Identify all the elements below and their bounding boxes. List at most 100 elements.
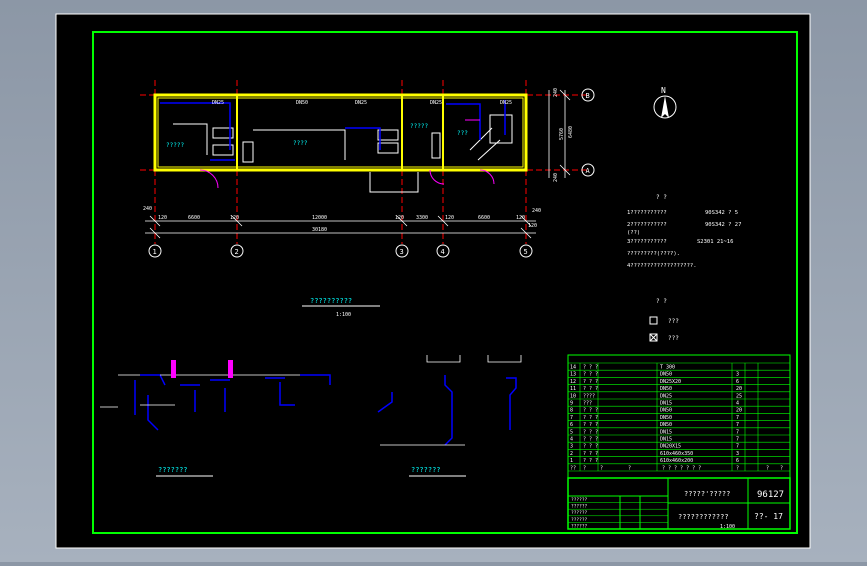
bom-cell: ???: [583, 401, 592, 407]
bom-cell: DN50: [660, 422, 672, 428]
dim-vertical-1: 5760: [559, 128, 565, 140]
bom-cell: DN15: [660, 429, 672, 435]
svg-text:3: 3: [400, 248, 404, 256]
bom-cell: DN15: [660, 437, 672, 443]
bom-cell: 13: [570, 372, 576, 378]
bom-cell: 10: [570, 393, 576, 399]
bom-cell: 25: [736, 393, 742, 399]
system-caption-right: ???????: [411, 466, 441, 474]
legend-item-1: ???: [668, 318, 679, 325]
sign-row-label: ??????: [571, 504, 588, 510]
dim-right-offset-1: 120: [528, 223, 537, 229]
dim-vertical-2: 6480: [568, 126, 574, 138]
bom-cell: 11: [570, 386, 576, 392]
notes-title: ? ?: [656, 194, 667, 201]
dim-inner-3: 120: [445, 215, 454, 221]
bom-cell: DN50: [660, 386, 672, 392]
bom-cell: 1: [570, 458, 573, 464]
notes-ref-2: 90S342 ? 27: [705, 222, 741, 228]
bom-header-cell: ?: [600, 465, 603, 471]
bom-cell: T 300: [660, 365, 675, 371]
bom-cell: ? ? ?: [583, 437, 598, 443]
bom-header-cell: ??: [570, 465, 576, 471]
project-name: ????????????: [678, 513, 729, 521]
bom-cell: 20: [736, 386, 742, 392]
bom-cell: 6: [736, 379, 739, 385]
bom-cell: 7: [736, 415, 739, 421]
dim-right-offset-2: 240: [532, 208, 541, 214]
bom-cell: ? ? ?: [583, 372, 598, 378]
bom-cell: 9: [570, 401, 573, 407]
bom-cell: DN50: [660, 408, 672, 414]
notes-ref-3: S2301 21~16: [697, 239, 733, 245]
bom-cell: ? ? ?: [583, 451, 598, 457]
legend-item-2: ???: [668, 335, 679, 342]
bom-cell: 4: [570, 437, 573, 443]
bom-header-cell: ?: [780, 465, 783, 471]
notes-line-3: (??): [627, 230, 640, 236]
sign-row-label: ??????: [571, 523, 588, 529]
bom-cell: 4: [736, 401, 739, 407]
bom-cell: 12: [570, 379, 576, 385]
bom-header-cell: ?: [583, 465, 586, 471]
sign-row-label: ??????: [571, 497, 588, 503]
room-label-1: ?????: [166, 142, 184, 149]
bom-cell: 3: [736, 372, 739, 378]
notes-line-5: ?????????(????).: [627, 251, 680, 257]
bom-cell: DN25X20: [660, 379, 681, 385]
notes-line-2: 2???????????: [627, 222, 667, 228]
pipe-label-1: DN25: [212, 100, 224, 106]
sign-row-label: ??????: [571, 517, 588, 523]
title-block-scale: 1:100: [720, 524, 735, 530]
dim-total: 30180: [312, 227, 327, 233]
dim-inner-4: 120: [516, 215, 525, 221]
svg-text:4: 4: [441, 248, 445, 256]
bom-cell: ? ? ?: [583, 379, 598, 385]
bom-cell: DN20X15: [660, 444, 681, 450]
drawing-canvas[interactable]: ????? ???? ????? ??? DN25 DN50 DN25 DN25…: [0, 0, 867, 562]
dim-vertical-edge-1: 240: [553, 88, 559, 97]
pipe-label-3: DN25: [355, 100, 367, 106]
pipe-label-4: DN25: [430, 100, 442, 106]
bom-cell: 7: [736, 422, 739, 428]
bom-cell: 610x460x350: [660, 451, 693, 457]
bom-header-cell: ?: [628, 465, 631, 471]
plan-caption: ??????????: [310, 297, 352, 305]
svg-text:5: 5: [524, 248, 528, 256]
notes-line-4: 3???????????: [627, 239, 667, 245]
dim-vertical-edge-2: 240: [553, 173, 559, 182]
bom-cell: 7: [736, 444, 739, 450]
room-label-4: ???: [457, 130, 468, 137]
bom-cell: 3: [570, 444, 573, 450]
notes-line-1: 1???????????: [627, 210, 667, 216]
dim-segment-4: 6600: [478, 215, 490, 221]
dim-segment-3: 3300: [416, 215, 428, 221]
bom-cell: ? ? ?: [583, 458, 598, 464]
bom-cell: ? ? ?: [583, 386, 598, 392]
bom-cell: 14: [570, 365, 576, 371]
room-label-2: ????: [293, 140, 308, 147]
bom-cell: 6: [570, 422, 573, 428]
bom-cell: DN50: [660, 415, 672, 421]
bom-header-cell: ?: [766, 465, 769, 471]
bom-cell: 7: [736, 437, 739, 443]
bom-header-cell: ?: [736, 465, 739, 471]
dim-inner-2: 120: [395, 215, 404, 221]
dim-segment-2: 12000: [312, 215, 327, 221]
plan-scale: 1:100: [336, 312, 351, 318]
bom-cell: 8: [570, 408, 573, 414]
bom-cell: 20: [736, 408, 742, 414]
system-caption-left: ???????: [158, 466, 188, 474]
svg-text:1: 1: [153, 248, 157, 256]
compass-north-label: N: [661, 86, 666, 95]
cad-viewport[interactable]: ????? ???? ????? ??? DN25 DN50 DN25 DN25…: [0, 0, 867, 562]
svg-text:B: B: [586, 92, 590, 100]
bom-cell: 7: [570, 415, 573, 421]
dim-inner-1: 120: [230, 215, 239, 221]
bom-cell: DN50: [660, 372, 672, 378]
bom-cell: ? ? ?: [583, 444, 598, 450]
bom-header-cell: ? ? ? ? ? ? ?: [662, 465, 701, 471]
sign-row-label: ??????: [571, 510, 588, 516]
bom-cell: 6: [736, 458, 739, 464]
pipe-label-2: DN50: [296, 100, 308, 106]
